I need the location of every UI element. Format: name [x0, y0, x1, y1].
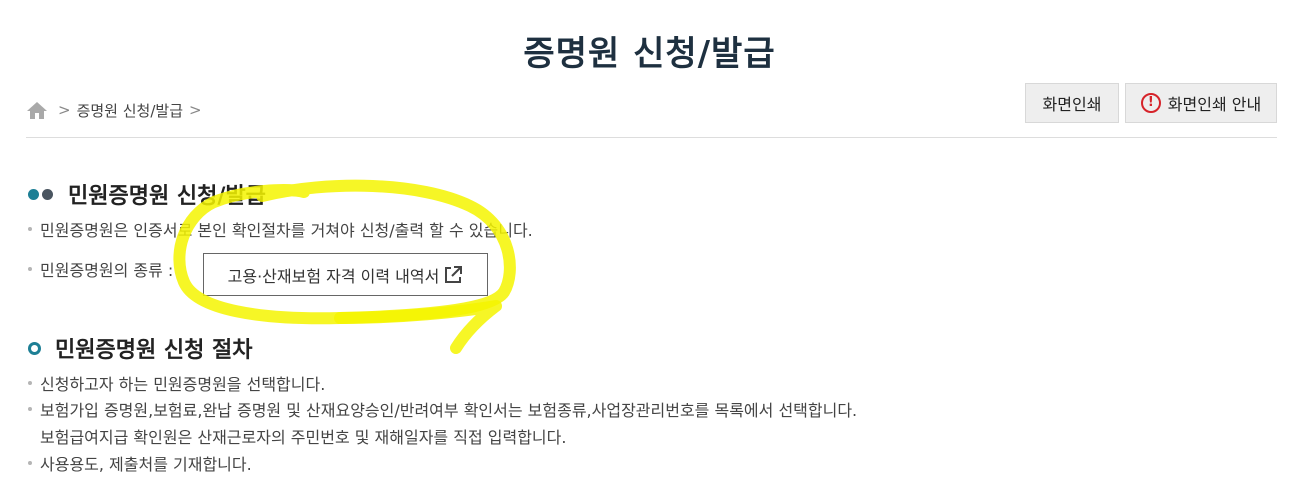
section-heading-apply: 민원증명원 신청/발급 — [28, 178, 266, 210]
section-dots-icon — [28, 188, 56, 200]
bullet-dot — [28, 381, 32, 385]
breadcrumb-separator: > — [189, 101, 202, 119]
cert-link-label: 고용·산재보험 자격 이력 내역서 — [227, 266, 440, 286]
list-item: 민원증명원의 종류 : — [28, 257, 173, 281]
breadcrumb-current[interactable]: 증명원 신청/발급 — [77, 100, 183, 121]
breadcrumb: > 증명원 신청/발급 > — [26, 98, 208, 122]
home-icon[interactable] — [26, 100, 48, 120]
list-item: 보험가입 증명원,보험료,완납 증명원 및 산재요양승인/반려여부 확인서는 보… — [28, 397, 857, 421]
print-button-label: 화면인쇄 — [1042, 95, 1102, 114]
bullet-dot — [28, 461, 32, 465]
list-item-continuation: 보험급여지급 확인원은 산재근로자의 주민번호 및 재해일자를 직접 입력합니다… — [40, 428, 567, 447]
section-heading-procedure: 민원증명원 신청 절차 — [28, 332, 252, 364]
breadcrumb-separator: > — [58, 101, 71, 119]
print-button[interactable]: 화면인쇄 — [1025, 83, 1119, 123]
bullet-dot — [28, 267, 32, 271]
external-link-icon — [445, 265, 463, 283]
print-guide-button[interactable]: ! 화면인쇄 안내 — [1125, 83, 1277, 123]
list-item: 신청하고자 하는 민원증명원을 선택합니다. — [28, 371, 325, 395]
cert-kinds-label: 민원증명원의 종류 : — [40, 261, 174, 280]
ring-bullet-icon — [28, 341, 41, 355]
bullet-dot — [28, 227, 32, 231]
list-item: 사용용도, 제출처를 기재합니다. — [28, 451, 252, 475]
divider — [26, 137, 1277, 138]
page-title: 증명원 신청/발급 — [523, 34, 776, 74]
list-item: 민원증명원은 인증서로 본인 확인절차를 거쳐야 신청/출력 할 수 있습니다. — [28, 217, 533, 241]
print-guide-button-label: 화면인쇄 안내 — [1167, 95, 1262, 114]
bullet-dot — [28, 407, 32, 411]
cert-link-button[interactable]: 고용·산재보험 자격 이력 내역서 — [203, 253, 488, 296]
warning-icon: ! — [1140, 93, 1161, 113]
